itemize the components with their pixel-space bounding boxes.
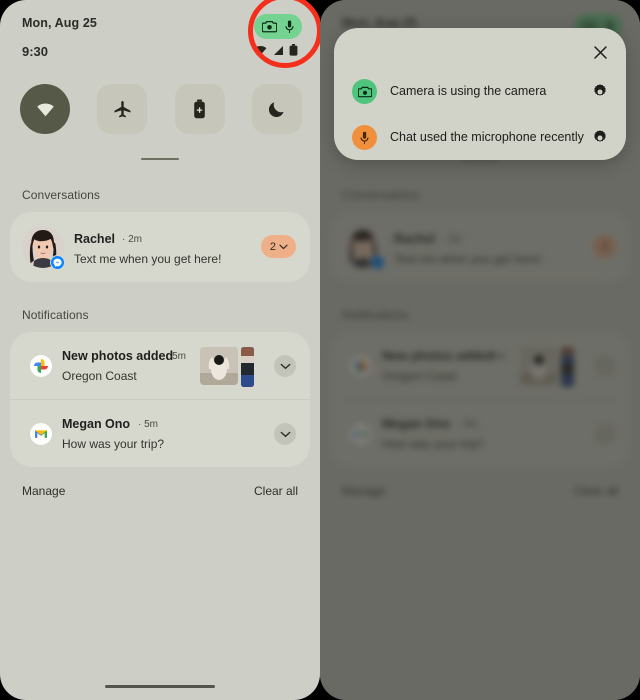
photo-thumbnail-1 xyxy=(520,347,558,385)
notification-subtitle: Oregon Coast xyxy=(382,369,457,383)
status-bar-icons xyxy=(254,44,298,56)
close-icon xyxy=(593,45,608,60)
clear-all-button[interactable]: Clear all xyxy=(254,484,298,498)
notification-row-gmail: Megan Ono · 5m How was your trip? xyxy=(330,400,630,467)
notification-time: · 5m xyxy=(166,351,187,362)
manage-button: Manage xyxy=(342,484,386,498)
notification-subtitle: How was your trip? xyxy=(62,437,165,451)
notification-subtitle: How was your trip? xyxy=(382,437,485,451)
conversation-badge-count: 2 xyxy=(601,240,608,253)
cellular-signal-icon xyxy=(272,45,284,56)
shade-drag-handle[interactable] xyxy=(141,158,179,160)
notification-expand-button[interactable] xyxy=(274,423,296,445)
conversation-message: Text me when you get here! xyxy=(394,252,542,266)
screenshot-root: Mon, Aug 25 9:30 Conversations Rachel · … xyxy=(0,0,640,700)
camera-icon xyxy=(352,79,377,104)
shade-footer-actions: Manage Clear all xyxy=(320,482,640,506)
privacy-item-text: Chat used the microphone recently xyxy=(390,130,584,144)
conversations-card-dimmed: Rachel · 2m Text me when you get here! 2 xyxy=(330,212,630,282)
notification-thumbnails xyxy=(520,347,574,387)
conversation-row-rachel: Rachel · 2m Text me when you get here! 2 xyxy=(330,212,630,282)
section-label-conversations: Conversations xyxy=(22,188,101,202)
privacy-item-text: Camera is using the camera xyxy=(390,84,547,98)
status-bar-time: 9:30 xyxy=(22,44,49,59)
camera-icon xyxy=(262,20,277,33)
quick-tile-airplane-mode[interactable] xyxy=(97,84,148,134)
notification-row-photos[interactable]: New photos added · 5m Oregon Coast xyxy=(10,332,310,399)
battery-saver-icon xyxy=(193,99,206,119)
photo-thumbnail-2 xyxy=(561,347,574,387)
microphone-icon xyxy=(285,20,294,34)
gear-icon xyxy=(591,129,609,147)
notification-time: · 5m xyxy=(138,419,159,430)
conversation-unread-badge: 2 xyxy=(592,235,616,258)
manage-button[interactable]: Manage xyxy=(22,484,65,498)
google-photos-icon xyxy=(350,355,372,377)
conversation-unread-badge[interactable]: 2 xyxy=(260,235,296,258)
conversation-message: Text me when you get here! xyxy=(74,252,222,266)
wifi-icon xyxy=(36,102,55,117)
conversation-time: · 2m xyxy=(442,234,463,245)
gear-icon xyxy=(591,83,609,101)
privacy-dialog-item-microphone[interactable]: Chat used the microphone recently xyxy=(334,118,626,158)
notifications-card: New photos added · 5m Oregon Coast Megan… xyxy=(10,332,310,467)
moon-icon xyxy=(268,100,286,118)
notification-expand-button xyxy=(594,423,616,445)
settings-button[interactable] xyxy=(589,81,610,102)
conversation-time: · 2m xyxy=(122,234,143,245)
home-indicator[interactable] xyxy=(105,685,215,688)
notification-time: · 5m xyxy=(458,419,479,430)
notifications-card-dimmed: New photos added · 5m Oregon Coast Megan… xyxy=(330,332,630,467)
section-label-conversations: Conversations xyxy=(342,188,421,202)
chevron-down-icon xyxy=(279,241,288,253)
quick-tile-battery-saver[interactable] xyxy=(174,84,225,134)
clear-all-button: Clear all xyxy=(573,484,618,498)
close-button[interactable] xyxy=(588,40,612,64)
quick-settings-row xyxy=(20,84,302,134)
notification-title: Megan Ono xyxy=(382,417,451,431)
status-bar: Mon, Aug 25 9:30 xyxy=(0,0,320,70)
chevron-down-icon xyxy=(280,363,291,370)
microphone-icon xyxy=(352,125,377,150)
notification-title: Megan Ono xyxy=(62,417,131,431)
messenger-icon xyxy=(50,255,65,270)
wifi-icon xyxy=(254,45,267,56)
quick-tile-do-not-disturb[interactable] xyxy=(251,84,302,134)
notification-title: New photos added xyxy=(62,349,174,363)
chevron-down-icon xyxy=(280,431,291,438)
section-label-notifications: Notifications xyxy=(342,308,409,322)
notification-time: · 5m xyxy=(486,351,507,362)
gmail-icon xyxy=(350,423,372,445)
airplane-icon xyxy=(113,100,132,119)
privacy-dialog-item-camera[interactable]: Camera is using the camera xyxy=(334,72,626,112)
photo-thumbnail-1 xyxy=(200,347,238,385)
conversation-sender: Rachel xyxy=(394,232,435,246)
privacy-indicator-chip[interactable] xyxy=(254,14,302,39)
settings-button[interactable] xyxy=(589,127,610,148)
notification-title: New photos added xyxy=(382,349,494,363)
photo-thumbnail-2 xyxy=(241,347,254,387)
notification-shade-panel-right: Mon, Aug 25 9:30 xyxy=(320,0,640,700)
notification-expand-button[interactable] xyxy=(274,355,296,377)
messenger-icon xyxy=(370,255,385,270)
privacy-dialog: Camera is using the camera Chat used the… xyxy=(334,28,626,160)
notification-row-gmail[interactable]: Megan Ono · 5m How was your trip? xyxy=(10,400,310,467)
quick-tile-wifi[interactable] xyxy=(20,84,70,134)
conversation-row-rachel[interactable]: Rachel · 2m Text me when you get here! 2 xyxy=(10,212,310,282)
gmail-icon xyxy=(30,423,52,445)
conversation-sender: Rachel xyxy=(74,232,115,246)
shade-footer-actions: Manage Clear all xyxy=(0,482,320,506)
notification-shade-panel-left: Mon, Aug 25 9:30 Conversations Rachel · … xyxy=(0,0,320,700)
google-photos-icon xyxy=(30,355,52,377)
section-label-notifications: Notifications xyxy=(22,308,89,322)
notification-row-photos: New photos added · 5m Oregon Coast xyxy=(330,332,630,399)
conversation-badge-count: 2 xyxy=(269,240,276,253)
battery-icon xyxy=(289,44,298,56)
conversations-card: Rachel · 2m Text me when you get here! 2 xyxy=(10,212,310,282)
status-bar-date: Mon, Aug 25 xyxy=(22,16,97,30)
notification-expand-button xyxy=(594,355,616,377)
notification-thumbnails xyxy=(200,347,254,387)
notification-subtitle: Oregon Coast xyxy=(62,369,137,383)
